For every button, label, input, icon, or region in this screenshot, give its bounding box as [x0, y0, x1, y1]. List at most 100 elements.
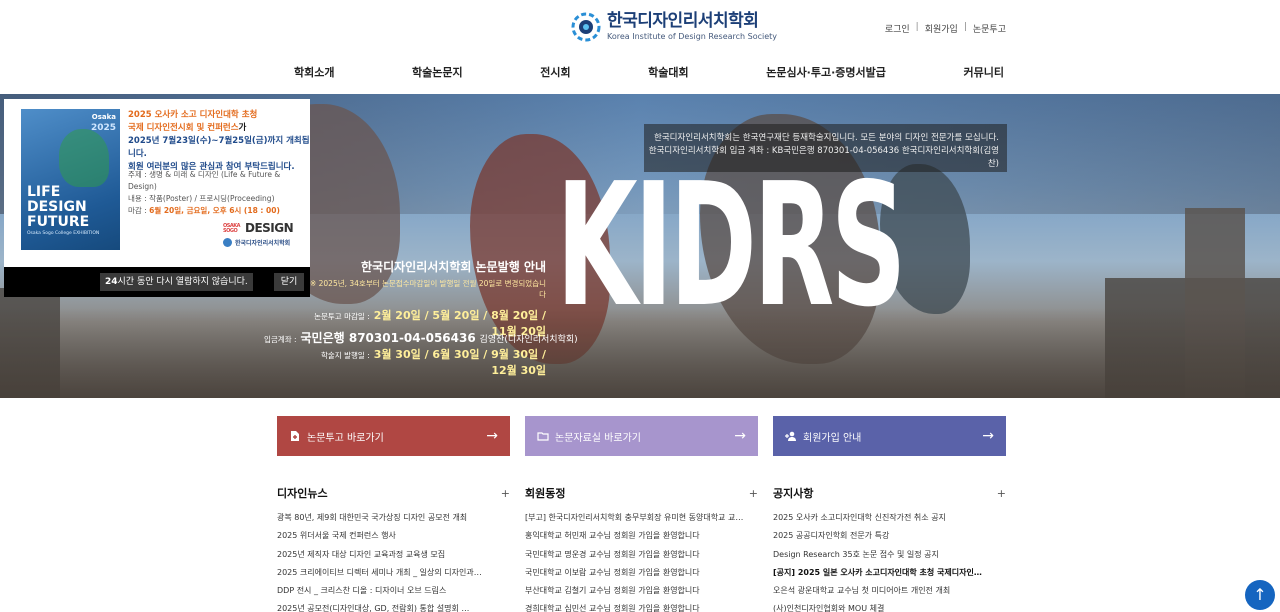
dismiss-24h-button[interactable]: 24시간 동안 다시 열람하지 않습니다.: [100, 273, 253, 291]
popup-dates-line: 2025년 7월23일(수)~7월25일(금)까지 개최됩니다.: [128, 136, 310, 159]
bank-account-info: 입금계좌 : 국민은행 870301-04-056436 김영찬(디자인리서치학회…: [264, 329, 578, 346]
popup-title-event: 국제 디자인전시회 및 컨퍼런스: [128, 123, 239, 133]
board-list-item[interactable]: DDP 전시 _ 크리스찬 디올 : 디자이너 오브 드림스: [277, 582, 510, 600]
signup-link[interactable]: 회원가입: [925, 22, 958, 35]
publication-info: 한국디자인리서치학회 논문발행 안내 ※ 2025년, 34호부터 논문접수마감…: [308, 258, 546, 378]
paper-archive-label: 논문자료실 바로가기: [555, 432, 641, 444]
brand-text: DESIGN: [245, 221, 294, 235]
poster-subtitle: Osaka Sogo College EXHIBITION: [27, 231, 100, 236]
site-header: 한국디자인리서치학회 Korea Institute of Design Res…: [0, 0, 1280, 94]
arrow-right-icon: →: [734, 428, 746, 444]
poster-headline: LIFE DESIGN FUTURE: [27, 185, 89, 230]
popup-deadline: 마감 : 6월 20일, 금요일, 오후 6시 (18 : 00): [128, 205, 310, 217]
user-add-icon: [785, 431, 796, 441]
board-title[interactable]: 공지사항: [773, 485, 813, 501]
board-list-item[interactable]: 2025 오사카 소고디자인대학 신진작가전 취소 공지: [773, 509, 1006, 527]
divider: |: [963, 22, 967, 32]
arrow-up-icon: ↑: [1253, 585, 1267, 604]
board-list-item[interactable]: 2025 크리에이티브 디렉터 세미나 개최 _ 일상의 디자인과…: [277, 564, 510, 582]
poster-line: DESIGN: [27, 199, 87, 215]
board-list-item[interactable]: 광복 80년, 제9회 대한민국 국가상징 디자인 공모전 개최: [277, 509, 510, 527]
nav-item-review[interactable]: 논문심사·투고·증명서발급: [766, 64, 886, 80]
login-link[interactable]: 로그인: [885, 22, 910, 35]
board-list-item[interactable]: 2025 공공디자인학회 전문가 특강: [773, 527, 1006, 545]
dismiss-text: 시간 동안 다시 열람하지 않습니다.: [117, 277, 248, 287]
nav-item-conference[interactable]: 학술대회: [648, 64, 688, 80]
dismiss-hours: 24: [105, 277, 118, 287]
board-list: 광복 80년, 제9회 대한민국 국가상징 디자인 공모전 개최 2025 위더서…: [277, 509, 510, 612]
board-title[interactable]: 디자인뉴스: [277, 485, 328, 501]
design-news-board: 디자인뉴스 + 광복 80년, 제9회 대한민국 국가상징 디자인 공모전 개최…: [277, 485, 510, 612]
folder-icon: [537, 432, 549, 441]
nav-item-community[interactable]: 커뮤니티: [963, 64, 1003, 80]
scroll-top-button[interactable]: ↑: [1245, 580, 1275, 610]
poster-tree-graphic: [59, 129, 109, 187]
more-plus-icon[interactable]: +: [997, 487, 1006, 500]
board-list-item[interactable]: Design Research 35호 논문 접수 및 일정 공지: [773, 546, 1006, 564]
bank-label: 입금계좌 :: [264, 335, 297, 344]
bank-account: 국민은행 870301-04-056436: [300, 331, 476, 345]
popup-org-name: 한국디자인리서치학회: [235, 240, 291, 247]
deadline-value: 6월 20일, 금요일, 오후 6시 (18 : 00): [149, 206, 280, 215]
submit-paper-label: 논문투고 바로가기: [307, 432, 384, 444]
board-list-item[interactable]: 경희대학교 심민선 교수님 정회원 가입을 환영합니다: [525, 600, 758, 612]
nav-item-journal[interactable]: 학술논문지: [412, 64, 463, 80]
issue-label: 학술지 발행일 :: [321, 351, 370, 360]
notice-board: 공지사항 + 2025 오사카 소고디자인대학 신진작가전 취소 공지 2025 …: [773, 485, 1006, 612]
poster-line: LIFE: [27, 184, 61, 200]
publication-title: 한국디자인리서치학회 논문발행 안내: [361, 260, 546, 274]
board-title[interactable]: 회원동정: [525, 485, 565, 501]
board-list-item[interactable]: 국민대학교 명운경 교수님 정회원 가입을 환영합니다: [525, 546, 758, 564]
event-poster[interactable]: Osaka 2025 LIFE DESIGN FUTURE Osaka Sogo…: [21, 109, 120, 250]
board-list-item[interactable]: [부고] 한국디자인리서치학회 충무부회장 유미현 동양대학교 교…: [525, 509, 758, 527]
arrow-right-icon: →: [982, 428, 994, 444]
board-list-item[interactable]: 2025 위더서울 국제 컨퍼런스 행사: [277, 527, 510, 545]
submit-paper-link[interactable]: 논문투고: [973, 22, 1006, 35]
poster-year: 2025: [90, 123, 116, 133]
more-plus-icon[interactable]: +: [501, 487, 510, 500]
nav-item-exhibition[interactable]: 전시회: [540, 64, 570, 80]
arrow-right-icon: →: [486, 428, 498, 444]
popup-org-logo: 한국디자인리서치학회: [223, 238, 290, 247]
more-plus-icon[interactable]: +: [749, 487, 758, 500]
hero-notice-line: 한국디자인리서치학회 입금 계좌 : KB국민은행 870301-04-0564…: [648, 146, 999, 169]
board-list-item[interactable]: 홍익대학교 허민재 교수님 정회원 가입을 환영합니다: [525, 527, 758, 545]
board-list-item[interactable]: 부산대학교 김철기 교수님 정회원 가입을 환영합니다: [525, 582, 758, 600]
utility-menu: 로그인 | 회원가입 | 논문투고: [885, 22, 1006, 35]
logo-icon: [571, 12, 601, 41]
board-list-item[interactable]: 오은석 광운대학교 교수님 첫 미디어아트 개인전 개최: [773, 582, 1006, 600]
membership-guide-button[interactable]: 회원가입 안내 →: [773, 416, 1006, 456]
popup-title: 2025 오사카 소고 디자인대학 초청 국제 디자인전시회 및 컨퍼런스가: [128, 109, 257, 135]
popup-content: 내용 : 작품(Poster) / 프로시딩(Proceeding): [128, 194, 275, 203]
board-list-item[interactable]: 2025년 공모전(디자인대상, GD, 전람회) 통합 설명회 …: [277, 600, 510, 612]
popup-title-suffix: 가: [238, 123, 247, 133]
board-list-item[interactable]: 2025년 제직자 대상 디자인 교육과정 교육생 모집: [277, 546, 510, 564]
event-popup: Osaka 2025 LIFE DESIGN FUTURE Osaka Sogo…: [4, 99, 310, 297]
paper-archive-button[interactable]: 논문자료실 바로가기 →: [525, 416, 758, 456]
nav-item-about[interactable]: 학회소개: [294, 64, 334, 80]
issue-dates-row: 학술지 발행일 :3월 30일 / 6월 30일 / 9월 30일 / 12월 …: [308, 346, 546, 378]
site-logo[interactable]: 한국디자인리서치학회 Korea Institute of Design Res…: [571, 11, 777, 42]
submit-paper-button[interactable]: 논문투고 바로가기 →: [277, 416, 510, 456]
board-list-item[interactable]: (사)인천디자인협회와 MOU 체결: [773, 600, 1006, 612]
divider: |: [915, 22, 919, 32]
popup-details: 주제 : 생명 & 미래 & 디자인 (Life & Future & Desi…: [128, 169, 310, 217]
hero-big-title: KIDRS: [556, 147, 907, 345]
deadline-label: 마감 :: [128, 206, 147, 215]
logo-subtitle: Korea Institute of Design Research Socie…: [607, 32, 778, 41]
osaka-sogo-design-logo: OSAKA SOGO DESIGN: [223, 221, 294, 235]
board-header: 회원동정 +: [525, 485, 758, 501]
logo-title: 한국디자인리서치학회: [607, 11, 759, 31]
poster-line: FUTURE: [27, 214, 90, 230]
board-list-item[interactable]: 국민대학교 이보람 교수님 정회원 가입을 환영합니다: [525, 564, 758, 582]
popup-footer: 24시간 동안 다시 열람하지 않습니다. 닫기: [4, 267, 310, 297]
bank-holder: 김영찬(디자인리서치학회): [479, 335, 578, 345]
popup-title-line: 2025 오사카 소고 디자인대학 초청: [128, 110, 258, 120]
file-plus-icon: [291, 431, 299, 441]
popup-close-button[interactable]: 닫기: [274, 273, 304, 291]
member-news-board: 회원동정 + [부고] 한국디자인리서치학회 충무부회장 유미현 동양대학교 교…: [525, 485, 758, 612]
popup-title-line-2: 국제 디자인전시회 및 컨퍼런스가: [128, 122, 257, 135]
board-list-item[interactable]: [공지] 2025 일본 오사카 소고디자인대학 초청 국제디자인…: [773, 564, 1006, 582]
board-list: 2025 오사카 소고디자인대학 신진작가전 취소 공지 2025 공공디자인학회…: [773, 509, 1006, 612]
issue-dates: 3월 30일 / 6월 30일 / 9월 30일 / 12월 30일: [373, 348, 546, 377]
